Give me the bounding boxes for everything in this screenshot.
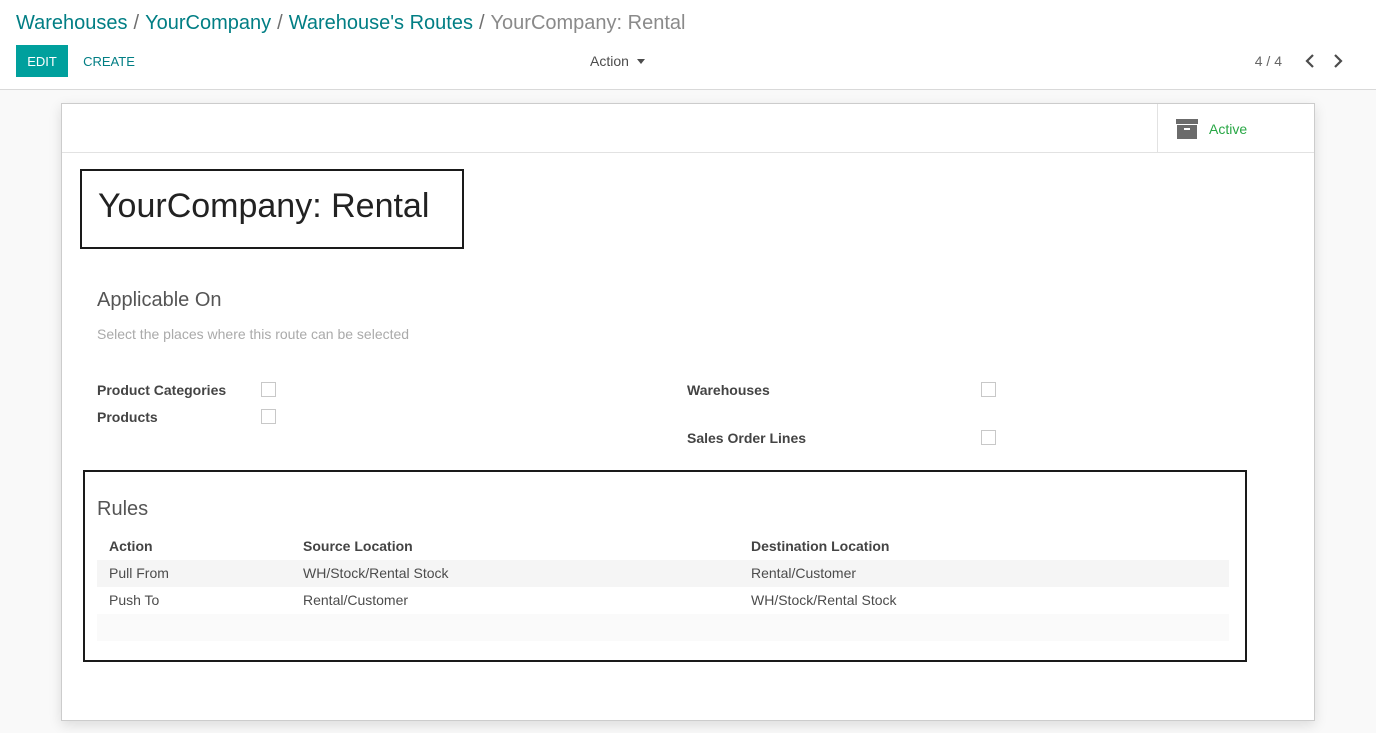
button-box: Active <box>62 104 1314 153</box>
breadcrumb-current: YourCompany: Rental <box>490 12 686 34</box>
warehouses-checkbox[interactable] <box>981 382 996 397</box>
warehouses-label: Warehouses <box>687 382 770 398</box>
create-button[interactable]: CREATE <box>76 45 142 77</box>
empty-table-row <box>97 614 1229 641</box>
action-dropdown[interactable]: Action <box>580 45 655 77</box>
pager-previous-button[interactable] <box>1296 47 1324 75</box>
breadcrumb: Warehouses / YourCompany / Warehouse's Route… <box>16 12 685 35</box>
breadcrumb-separator: / <box>277 12 283 34</box>
product-categories-checkbox[interactable] <box>261 382 276 397</box>
pager: 4 / 4 <box>1255 45 1352 77</box>
table-row[interactable]: Pull From WH/Stock/Rental Stock Rental/C… <box>97 560 1229 587</box>
breadcrumb-yourcompany[interactable]: YourCompany <box>145 12 271 34</box>
archive-icon <box>1176 118 1198 139</box>
product-categories-label: Product Categories <box>97 382 227 398</box>
breadcrumb-separator: / <box>133 12 140 34</box>
breadcrumb-warehouse-routes[interactable]: Warehouse's Routes <box>289 12 473 34</box>
record-title: YourCompany: Rental <box>98 187 430 225</box>
chevron-left-icon <box>1305 54 1314 68</box>
chevron-right-icon <box>1334 54 1343 68</box>
sales-order-lines-checkbox[interactable] <box>981 430 996 445</box>
control-panel: Warehouses / YourCompany / Warehouse's Route… <box>0 0 1376 90</box>
rules-title: Rules <box>97 498 149 520</box>
rules-table: Action Source Location Destination Locat… <box>97 533 1229 641</box>
rule-source-location: Rental/Customer <box>303 592 409 608</box>
title-highlight-box: YourCompany: Rental <box>80 169 464 249</box>
column-header-destination-location[interactable]: Destination Location <box>751 538 889 554</box>
rule-action: Pull From <box>109 565 169 581</box>
form-sheet: Active YourCompany: Rental Applicable On… <box>61 103 1315 721</box>
rules-header-row: Action Source Location Destination Locat… <box>97 533 1229 560</box>
sales-order-lines-label: Sales Order Lines <box>687 430 807 446</box>
applicable-on-title: Applicable On <box>97 289 222 311</box>
rule-action: Push To <box>109 592 160 608</box>
pager-value[interactable]: 4 / 4 <box>1255 53 1282 69</box>
caret-down-icon <box>636 58 645 64</box>
active-label: Active <box>1209 120 1248 137</box>
products-checkbox[interactable] <box>261 409 276 424</box>
applicable-on-help: Select the places where this route can b… <box>97 326 410 342</box>
breadcrumb-separator: / <box>478 12 485 34</box>
rule-destination-location: WH/Stock/Rental Stock <box>751 592 897 608</box>
table-row[interactable]: Push To Rental/Customer WH/Stock/Rental … <box>97 587 1229 614</box>
rule-destination-location: Rental/Customer <box>751 565 857 581</box>
action-dropdown-label: Action <box>590 53 629 69</box>
edit-button[interactable]: EDIT <box>16 45 68 77</box>
column-header-action[interactable]: Action <box>109 538 153 554</box>
rule-source-location: WH/Stock/Rental Stock <box>303 565 449 581</box>
breadcrumb-warehouses[interactable]: Warehouses <box>16 12 128 34</box>
active-toggle-button[interactable]: Active <box>1157 104 1314 153</box>
pager-next-button[interactable] <box>1324 47 1352 75</box>
column-header-source-location[interactable]: Source Location <box>303 538 413 554</box>
products-label: Products <box>97 409 158 425</box>
